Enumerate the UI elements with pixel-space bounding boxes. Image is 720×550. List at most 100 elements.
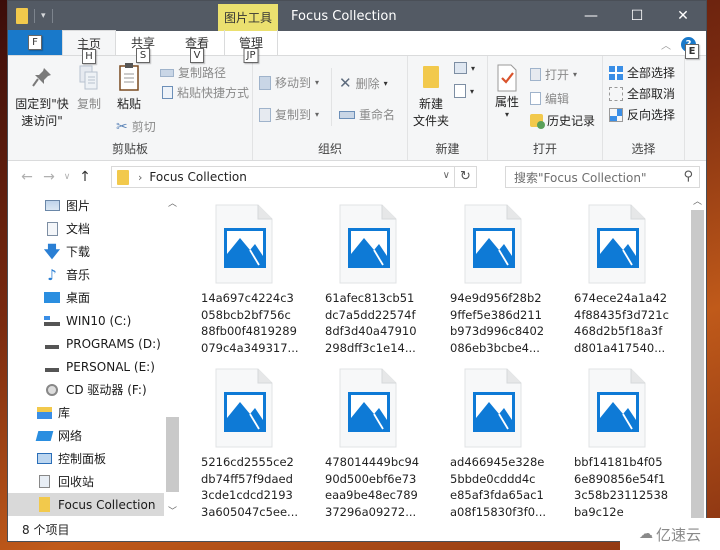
paste-button[interactable]: 粘贴: [112, 62, 146, 113]
invert-selection-button[interactable]: 反向选择: [609, 106, 675, 123]
new-folder-button[interactable]: 新建 文件夹: [412, 66, 450, 130]
nav-item[interactable]: Focus Collection: [8, 493, 164, 516]
nav-item[interactable]: 🡇 下载: [8, 240, 181, 263]
address-bar[interactable]: › Focus Collection ∨ ↻: [111, 166, 477, 188]
forward-button[interactable]: →: [38, 169, 60, 185]
nav-item[interactable]: 控制面板: [8, 447, 181, 470]
recent-locations-dropdown[interactable]: ∨: [60, 172, 74, 182]
nav-item[interactable]: 文档: [8, 217, 181, 240]
file-name: 478014449bc94 90d500ebf6e73 eaa9be48ec789 3…: [318, 454, 428, 520]
file-item[interactable]: 61afec813cb51 dc7a5dd22574f 8df3d40a47910 2…: [318, 204, 428, 356]
nav-item[interactable]: ♪ 音乐: [8, 263, 181, 286]
nav-item[interactable]: CD 驱动器 (F:): [8, 378, 181, 401]
breadcrumb-current[interactable]: Focus Collection: [149, 170, 246, 184]
edit-icon: [530, 92, 541, 105]
group-label-open: 打开: [532, 142, 557, 156]
file-item[interactable]: 14a697c4224c3 058bcb2bf756c 88fb00f4819289…: [194, 204, 304, 356]
open-label: 打开: [545, 68, 570, 82]
maximize-button[interactable]: ☐: [614, 1, 660, 31]
rename-icon: [339, 110, 355, 119]
nav-item[interactable]: 回收站: [8, 470, 181, 493]
select-all-button[interactable]: 全部选择: [609, 64, 675, 81]
file-item[interactable]: bbf14181b4f05 6e890856e54f1 3c58b23112538 b…: [567, 368, 677, 520]
refresh-button[interactable]: ↻: [454, 167, 476, 187]
properties-label: 属性: [494, 95, 519, 109]
file-name-line: 468d2b5f18a3f: [574, 324, 663, 338]
move-to-button[interactable]: 移动到 ▾: [259, 74, 319, 91]
group-new: 新建 文件夹 ▾ ▾ 新建: [408, 56, 488, 160]
scroll-down-arrow-icon[interactable]: ﹀: [164, 504, 181, 517]
open-button[interactable]: 打开 ▾: [530, 66, 577, 83]
maximize-icon: ☐: [630, 8, 644, 24]
nav-item[interactable]: 图片: [8, 194, 181, 217]
navigation-scrollbar[interactable]: ︿ ﹀: [164, 192, 181, 519]
documents-icon: [44, 221, 60, 236]
group-label-select: 选择: [631, 142, 656, 156]
history-button[interactable]: 历史记录: [530, 112, 595, 129]
scrollbar-thumb[interactable]: [691, 210, 704, 520]
scroll-up-arrow-icon[interactable]: ︿: [689, 194, 706, 207]
nav-item[interactable]: PROGRAMS (D:): [8, 332, 181, 355]
copy-path-label: 复制路径: [178, 66, 227, 80]
scrollbar-thumb[interactable]: [166, 417, 179, 492]
tab-view[interactable]: 查看 V: [170, 30, 224, 63]
nav-item[interactable]: 桌面: [8, 286, 181, 309]
watermark-text: 亿速云: [655, 525, 701, 544]
search-input[interactable]: 搜索"Focus Collection" ⚲: [505, 166, 700, 188]
tab-home[interactable]: 主页 H: [62, 30, 116, 64]
nav-item[interactable]: PERSONAL (E:): [8, 355, 181, 378]
address-history-dropdown[interactable]: ∨: [443, 170, 450, 181]
up-button[interactable]: ↑: [74, 169, 96, 185]
paste-shortcut-button[interactable]: 粘贴快捷方式: [162, 84, 249, 101]
breadcrumb-chevron-icon[interactable]: ›: [138, 171, 142, 184]
nav-item[interactable]: 库: [8, 401, 181, 424]
image-file-icon: [338, 204, 398, 284]
nav-item-label: 音乐: [66, 268, 91, 282]
image-file-icon: [463, 204, 523, 284]
easy-access-button[interactable]: ▾: [454, 84, 474, 98]
delete-button[interactable]: ✕ 删除 ▾: [339, 74, 388, 92]
copy-to-button[interactable]: 复制到 ▾: [259, 106, 319, 123]
file-item[interactable]: 674ece24a1a42 4f88435f3d721c 468d2b5f18a3f…: [567, 204, 677, 356]
minimize-button[interactable]: —: [568, 1, 614, 31]
rename-button[interactable]: 重命名: [339, 106, 395, 123]
cut-button[interactable]: ✂ 剪切: [116, 118, 156, 135]
delete-icon: ✕: [339, 74, 352, 92]
invert-selection-icon: [609, 107, 623, 122]
image-file-icon: [588, 204, 646, 284]
edit-button[interactable]: 编辑: [530, 90, 569, 107]
copy-icon: [79, 65, 98, 90]
new-item-button[interactable]: ▾: [454, 62, 475, 74]
pin-to-quick-access-button[interactable]: 固定到"快 速访问": [14, 64, 70, 130]
customize-toolbar-dropdown[interactable]: ▾: [41, 11, 46, 21]
close-icon: ✕: [677, 8, 689, 24]
dropdown-arrow-icon: ▾: [470, 86, 475, 96]
nav-item[interactable]: WIN10 (C:): [8, 309, 181, 332]
file-explorer-window: ▾ 图片工具 Focus Collection — ☐ ✕ F 主页 H 共享 …: [7, 0, 707, 542]
back-button[interactable]: ←: [16, 169, 38, 185]
search-icon[interactable]: ⚲: [683, 169, 693, 184]
close-button[interactable]: ✕: [660, 1, 706, 31]
tab-file[interactable]: F: [8, 30, 62, 55]
file-name-line: 298dff3c1e14...: [325, 340, 416, 355]
ribbon: 固定到"快 速访问" 复制 粘贴 复制路径 粘贴快捷方式 ✂ 剪切 剪贴板 移动…: [8, 56, 706, 161]
copy-button[interactable]: 复制: [72, 64, 106, 113]
network-icon: [35, 429, 53, 443]
nav-item[interactable]: 网络: [8, 424, 181, 447]
file-name-line: 3a605047c5ee...: [201, 504, 299, 519]
select-none-button[interactable]: 全部取消: [609, 85, 675, 102]
file-item[interactable]: 94e9d956f28b2 9ffef5e386d211 b973d996c8402…: [443, 204, 553, 356]
pin-label-line1: 固定到"快: [15, 97, 69, 111]
file-item[interactable]: 478014449bc94 90d500ebf6e73 eaa9be48ec789 3…: [318, 368, 428, 520]
file-item[interactable]: 5216cd2555ce2 db74ff57f9daed 3cde1cdcd2193…: [194, 368, 304, 520]
help-button[interactable]: ? E: [681, 37, 699, 59]
tab-share[interactable]: 共享 S: [116, 30, 170, 63]
properties-button[interactable]: 属性 ▾: [490, 64, 524, 119]
scroll-up-arrow-icon[interactable]: ︿: [164, 196, 181, 209]
nav-item-label: PROGRAMS (D:): [66, 336, 161, 351]
copy-path-button[interactable]: 复制路径: [160, 64, 226, 81]
collapse-ribbon-button[interactable]: ︿: [661, 37, 671, 52]
file-item[interactable]: ad466945e328e 5bbde0cddd4c e85af3fda65ac1 a…: [443, 368, 553, 520]
content-scrollbar[interactable]: ︿: [689, 192, 706, 520]
tab-manage[interactable]: 管理 JP: [224, 30, 278, 63]
